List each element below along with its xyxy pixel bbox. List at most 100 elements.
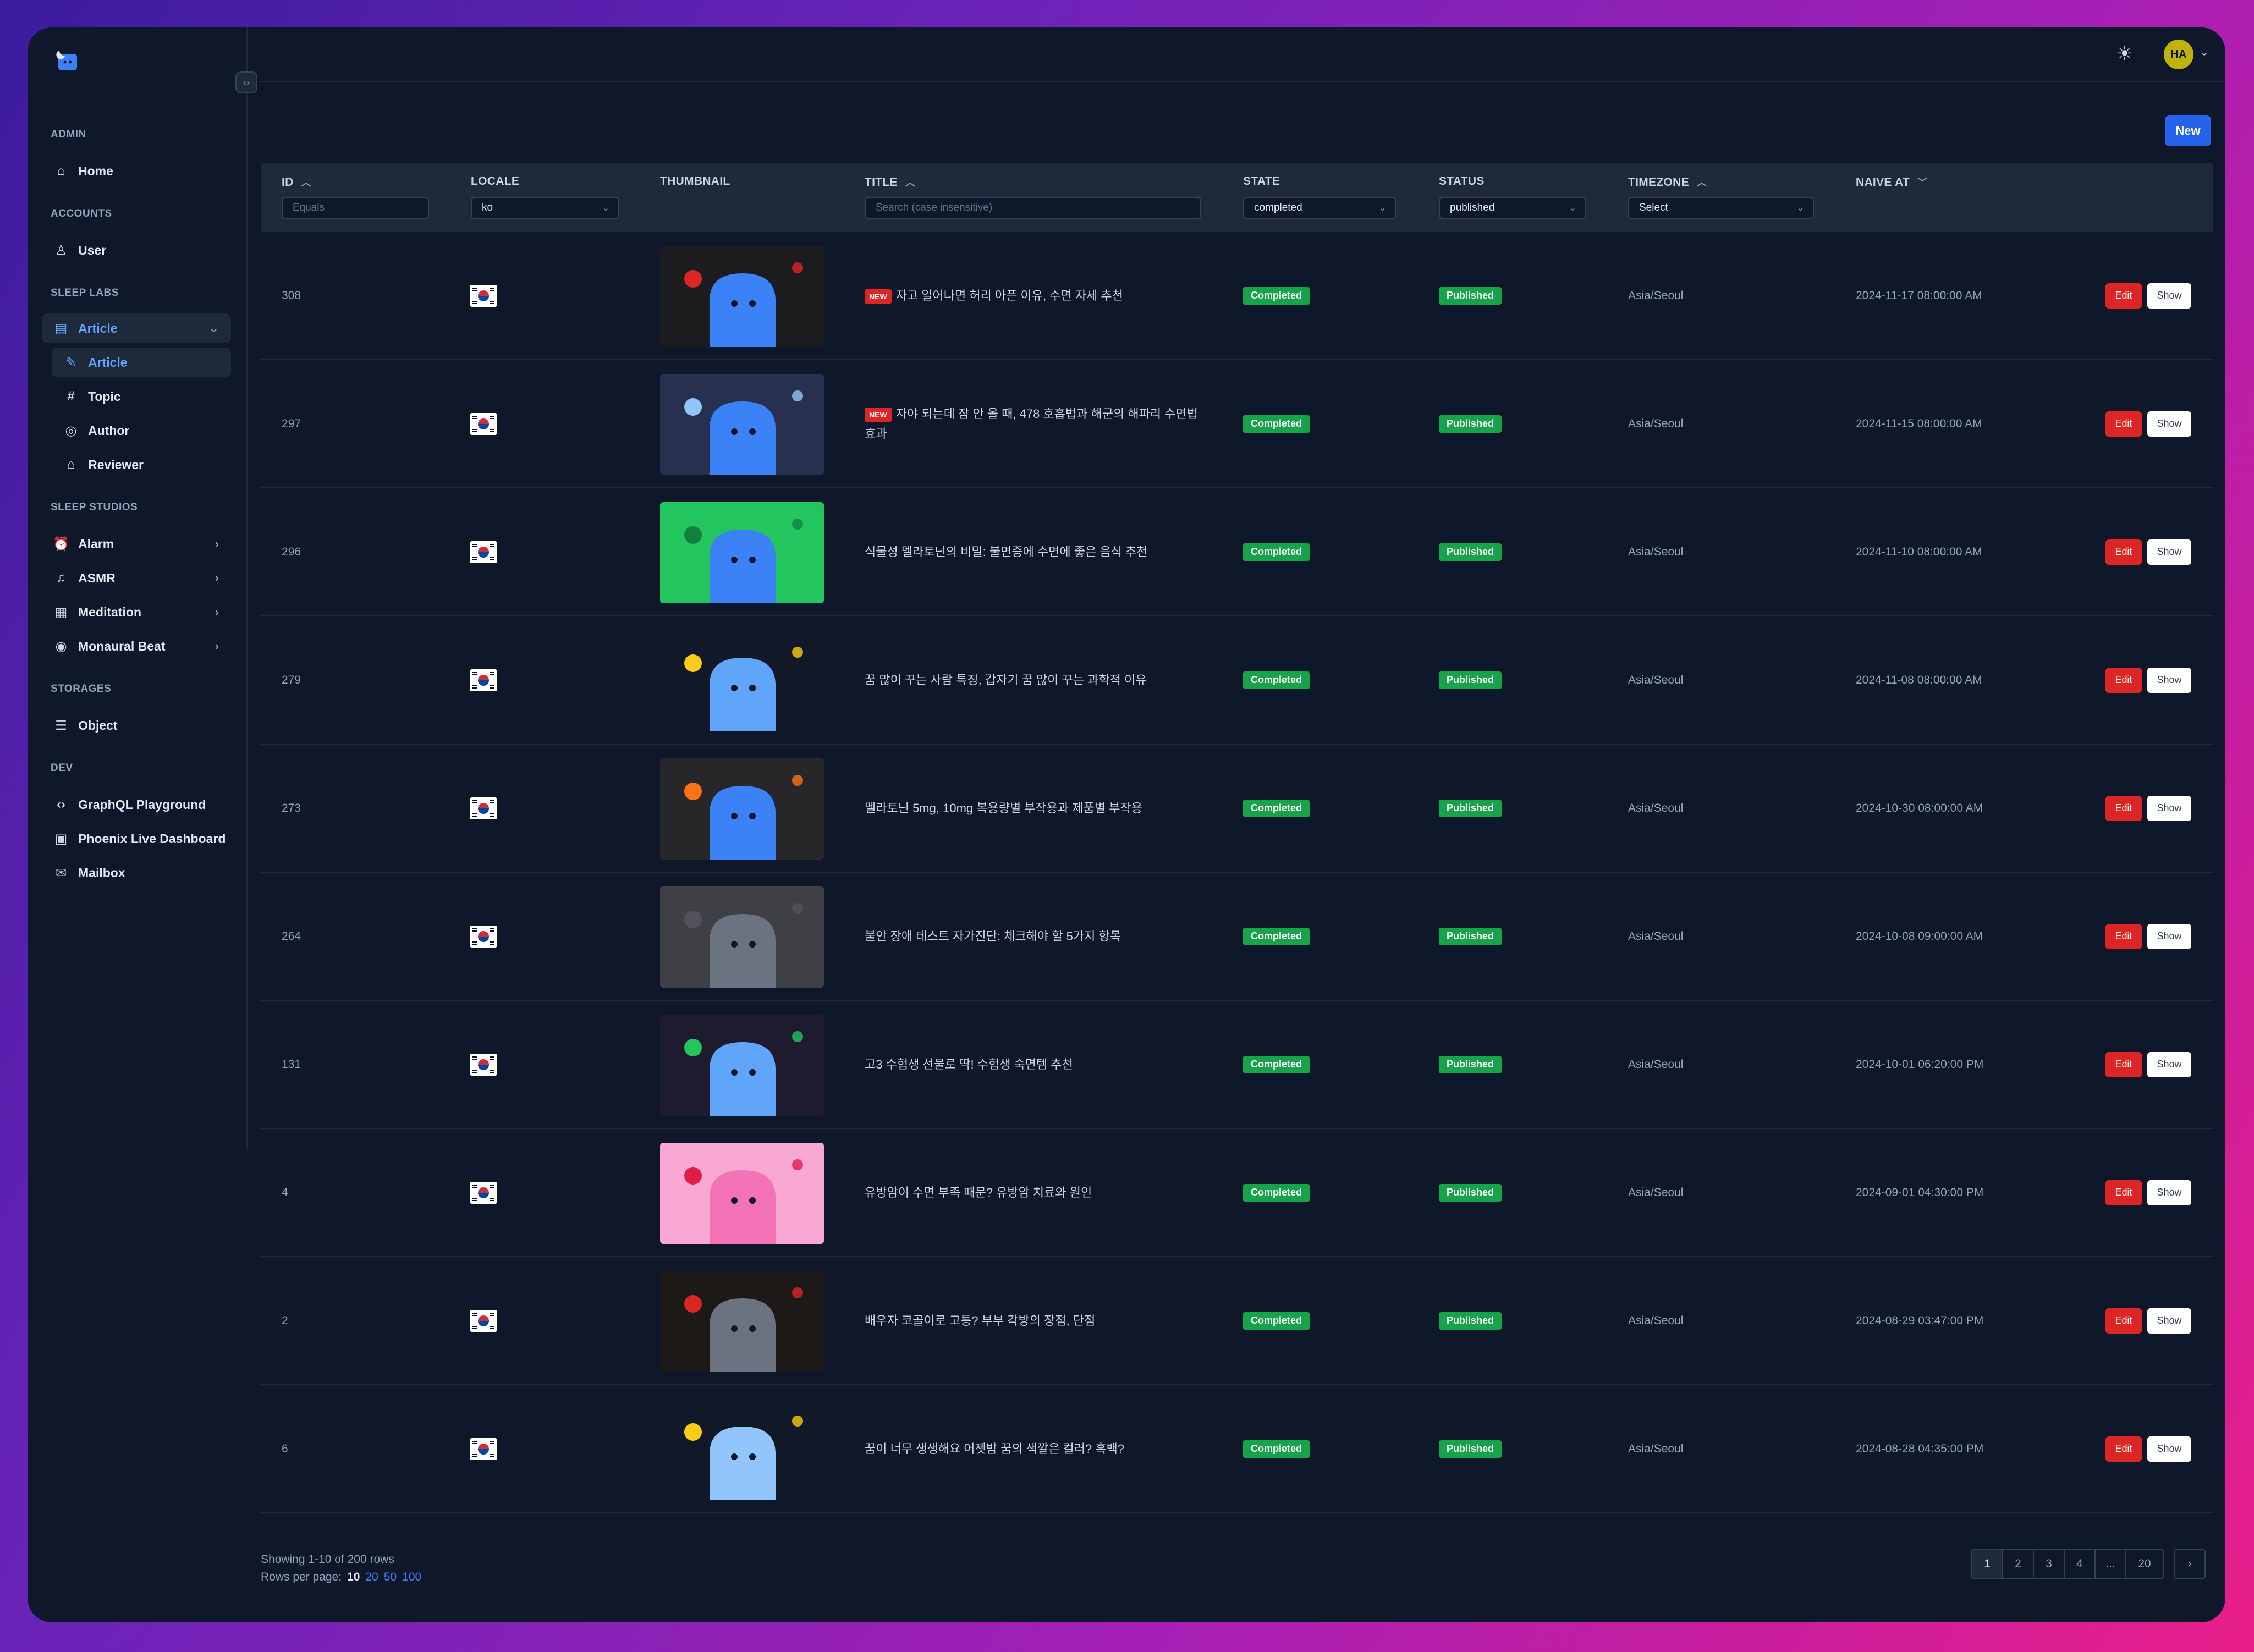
edit-button[interactable]: Edit bbox=[2105, 411, 2142, 437]
chevron-down-icon: ⌄ bbox=[1378, 203, 1386, 213]
show-button[interactable]: Show bbox=[2147, 539, 2191, 565]
column-header-timezone[interactable]: TIMEZONE ︿ bbox=[1628, 175, 1707, 189]
korea-flag-icon bbox=[470, 925, 497, 948]
page-button[interactable]: 2 bbox=[2002, 1549, 2034, 1579]
sidebar-item-home[interactable]: ⌂ Home bbox=[42, 156, 231, 186]
column-header-naive-at[interactable]: NAIVE AT ﹀ bbox=[1856, 175, 1927, 189]
status-filter-select[interactable]: published ⌄ bbox=[1439, 197, 1586, 219]
sidebar-item-object[interactable]: ☰ Object bbox=[42, 711, 231, 740]
thumbnail-image bbox=[660, 246, 824, 347]
chevron-down-icon[interactable]: ⌄ bbox=[2200, 45, 2209, 59]
avatar[interactable]: HA bbox=[2164, 40, 2193, 69]
chevron-right-icon: › bbox=[2187, 1557, 2192, 1570]
show-button[interactable]: Show bbox=[2147, 1308, 2191, 1334]
column-header-title[interactable]: TITLE ︿ bbox=[865, 175, 915, 189]
rows-per-page-option[interactable]: 10 bbox=[347, 1571, 360, 1583]
article-title[interactable]: 꿈이 너무 생생해요 어젯밤 꿈의 색깔은 컬러? 흑백? bbox=[865, 1439, 1206, 1459]
sidebar-item-article[interactable]: ✎ Article bbox=[52, 348, 231, 377]
sort-up-icon: ︿ bbox=[905, 177, 916, 188]
sidebar-item-asmr[interactable]: ♫ ASMR › bbox=[42, 563, 231, 593]
state-badge: Completed bbox=[1243, 671, 1310, 689]
show-button[interactable]: Show bbox=[2147, 923, 2191, 949]
section-label-storages: STORAGES bbox=[51, 683, 112, 695]
table-row: 4 유방암이 수면 부족 때문? 유방암 치료와 원인 Completed Pu… bbox=[261, 1129, 2213, 1257]
new-tag: NEW bbox=[865, 407, 892, 422]
app-logo[interactable] bbox=[51, 44, 81, 75]
article-title[interactable]: 꿈 많이 꾸는 사람 특징, 갑자기 꿈 많이 꾸는 과학적 이유 bbox=[865, 670, 1206, 690]
sidebar-item-alarm[interactable]: ⏰ Alarm › bbox=[42, 529, 231, 559]
table-row: 6 꿈이 너무 생생해요 어젯밤 꿈의 색깔은 컬러? 흑백? Complete… bbox=[261, 1385, 2213, 1513]
page-button[interactable]: 4 bbox=[2064, 1549, 2096, 1579]
title-search-input[interactable]: Search (case insensitive) bbox=[865, 197, 1201, 219]
user-circle-icon: ◎ bbox=[65, 423, 77, 438]
locale-filter-select[interactable]: ko ⌄ bbox=[471, 197, 619, 219]
article-title[interactable]: 불안 장애 테스트 자가진단: 체크해야 할 5가지 항목 bbox=[865, 927, 1206, 946]
article-title[interactable]: 멜라토닌 5mg, 10mg 복용량별 부작용과 제품별 부작용 bbox=[865, 799, 1206, 818]
next-page-button[interactable]: › bbox=[2174, 1549, 2206, 1579]
sidebar-item-label: Alarm bbox=[78, 536, 114, 551]
sun-icon[interactable]: ☀ bbox=[2116, 43, 2133, 65]
section-label-sleep-labs: SLEEP LABS bbox=[51, 287, 119, 299]
show-button[interactable]: Show bbox=[2147, 283, 2191, 309]
edit-button[interactable]: Edit bbox=[2105, 539, 2142, 565]
edit-button[interactable]: Edit bbox=[2105, 795, 2142, 821]
sidebar-item-author[interactable]: ◎ Author bbox=[52, 416, 231, 445]
rows-per-page-option[interactable]: 50 bbox=[384, 1571, 397, 1583]
sidebar-item-article-group[interactable]: ▤ Article ⌄ bbox=[42, 313, 231, 343]
row-id: 273 bbox=[282, 801, 301, 814]
rows-per-page-option[interactable]: 20 bbox=[365, 1571, 378, 1583]
chevron-right-icon: › bbox=[215, 639, 219, 653]
show-button[interactable]: Show bbox=[2147, 1051, 2191, 1077]
sidebar-item-phoenix-live-dashboard[interactable]: ▣ Phoenix Live Dashboard bbox=[42, 824, 231, 853]
article-title[interactable]: 고3 수험생 선물로 딱! 수험생 숙면템 추천 bbox=[865, 1055, 1206, 1075]
page-button[interactable]: 20 bbox=[2125, 1549, 2164, 1579]
sidebar-item-label: Reviewer bbox=[88, 457, 144, 472]
korea-flag-icon bbox=[470, 284, 497, 307]
sidebar-item-reviewer[interactable]: ⌂ Reviewer bbox=[52, 450, 231, 480]
column-header-id[interactable]: ID ︿ bbox=[282, 175, 311, 189]
section-label-admin: ADMIN bbox=[51, 129, 86, 140]
show-button[interactable]: Show bbox=[2147, 411, 2191, 437]
page-button[interactable]: 3 bbox=[2033, 1549, 2065, 1579]
state-filter-select[interactable]: completed ⌄ bbox=[1243, 197, 1396, 219]
alarm-icon: ⏰ bbox=[53, 536, 69, 552]
show-button[interactable]: Show bbox=[2147, 1180, 2191, 1205]
edit-button[interactable]: Edit bbox=[2105, 283, 2142, 309]
sidebar-item-graphql-playground[interactable]: ‹› GraphQL Playground bbox=[42, 790, 231, 819]
row-id: 2 bbox=[282, 1314, 288, 1327]
table-header: ID ︿ LOCALE THUMBNAIL TITLE ︿ STATE STATUS… bbox=[261, 163, 2213, 232]
edit-button[interactable]: Edit bbox=[2105, 923, 2142, 949]
edit-button[interactable]: Edit bbox=[2105, 1051, 2142, 1077]
column-header-state: STATE bbox=[1243, 175, 1280, 188]
rows-per-page-option[interactable]: 100 bbox=[402, 1571, 421, 1583]
id-filter-input[interactable]: Equals bbox=[282, 197, 429, 219]
show-button[interactable]: Show bbox=[2147, 1436, 2191, 1462]
sidebar-item-topic[interactable]: # Topic bbox=[52, 382, 231, 411]
sidebar-item-label: Topic bbox=[88, 389, 121, 404]
show-button[interactable]: Show bbox=[2147, 795, 2191, 821]
article-title[interactable]: 유방암이 수면 부족 때문? 유방암 치료와 원인 bbox=[865, 1183, 1206, 1203]
show-button[interactable]: Show bbox=[2147, 667, 2191, 693]
article-title-text: 꿈 많이 꾸는 사람 특징, 갑자기 꿈 많이 꾸는 과학적 이유 bbox=[865, 673, 1147, 687]
edit-button[interactable]: Edit bbox=[2105, 667, 2142, 693]
sidebar-item-label: Meditation bbox=[78, 604, 141, 619]
sidebar-item-mailbox[interactable]: ✉ Mailbox bbox=[42, 858, 231, 888]
edit-button[interactable]: Edit bbox=[2105, 1180, 2142, 1205]
mail-icon: ✉ bbox=[55, 865, 67, 880]
edit-button[interactable]: Edit bbox=[2105, 1308, 2142, 1334]
timezone-filter-select[interactable]: Select ⌄ bbox=[1628, 197, 1814, 219]
new-button[interactable]: New bbox=[2165, 115, 2211, 146]
sidebar-item-monaural-beat[interactable]: ◉ Monaural Beat › bbox=[42, 631, 231, 661]
sidebar-item-meditation[interactable]: ▦ Meditation › bbox=[42, 597, 231, 627]
row-id: 297 bbox=[282, 417, 301, 430]
status-badge: Published bbox=[1439, 543, 1502, 561]
edit-button[interactable]: Edit bbox=[2105, 1436, 2142, 1462]
article-title[interactable]: 배우자 코골이로 고통? 부부 각방의 장점, 단점 bbox=[865, 1311, 1206, 1331]
row-naive-at: 2024-11-08 08:00:00 AM bbox=[1856, 673, 1982, 686]
page-button[interactable]: 1 bbox=[1971, 1549, 2003, 1579]
article-title[interactable]: NEW 자고 일어나면 허리 아픈 이유, 수면 자세 추천 bbox=[865, 286, 1206, 306]
sidebar-item-user[interactable]: ♙ User bbox=[42, 235, 231, 265]
article-title[interactable]: 식물성 멜라토닌의 비밀: 불면증에 수면에 좋은 음식 추천 bbox=[865, 542, 1206, 562]
article-title[interactable]: NEW 자야 되는데 잠 안 올 때, 478 호흡법과 해군의 해파리 수면법 … bbox=[865, 404, 1206, 444]
sidebar-collapse-button[interactable]: ‹› bbox=[235, 71, 257, 93]
